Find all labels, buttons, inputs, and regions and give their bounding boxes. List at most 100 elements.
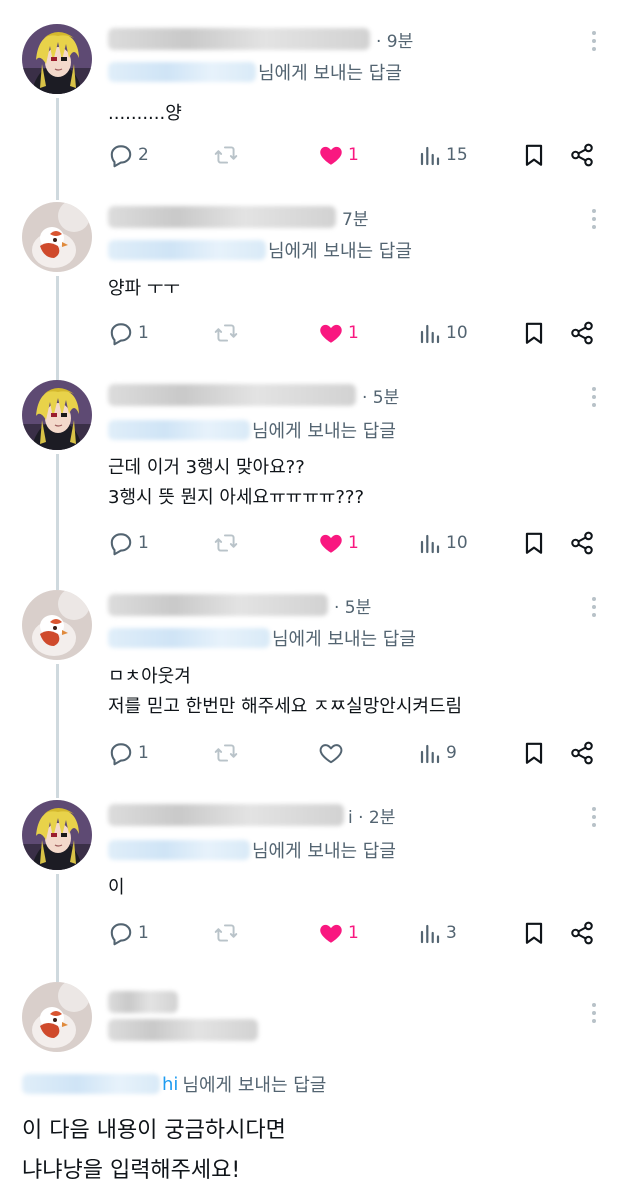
blurred-mention[interactable]	[108, 840, 250, 860]
views-icon	[418, 320, 442, 346]
retweet-button[interactable]	[213, 917, 239, 949]
reply-button[interactable]: 1	[108, 917, 149, 949]
reply-to-handle-tail[interactable]: hi	[162, 1074, 178, 1095]
retweet-button[interactable]	[213, 527, 239, 559]
like-count: 1	[348, 533, 359, 553]
tweet-text-line: 3행시 뜻 뭔지 아세요ㅠㅠㅠㅠ???	[108, 487, 364, 508]
tweet-time[interactable]: · 5분	[334, 593, 371, 618]
reply-button[interactable]: 1	[108, 527, 149, 559]
blurred-username[interactable]	[108, 28, 370, 50]
views-button[interactable]: 10	[418, 317, 468, 349]
reply-icon	[108, 920, 134, 946]
retweet-button[interactable]	[213, 317, 239, 349]
tweet-text: ..........양	[108, 99, 182, 129]
share-button[interactable]	[569, 527, 595, 559]
views-button[interactable]: 3	[418, 917, 457, 949]
tweet-text-line: 양파 ㅜㅜ	[108, 278, 180, 299]
blurred-username[interactable]	[108, 206, 336, 228]
like-button[interactable]: 1	[318, 527, 359, 559]
more-options-icon[interactable]	[584, 205, 604, 233]
heart-icon	[318, 320, 344, 346]
views-icon	[418, 530, 442, 556]
views-button[interactable]: 9	[418, 737, 457, 769]
bookmark-icon	[521, 740, 547, 766]
blurred-username[interactable]	[108, 384, 356, 406]
tweet-actions: 2 1 15	[108, 139, 608, 171]
reply-button[interactable]: 2	[108, 139, 149, 171]
bookmark-icon	[521, 320, 547, 346]
thread-line	[56, 276, 59, 380]
like-button[interactable]: 1	[318, 317, 359, 349]
bookmark-button[interactable]	[521, 317, 547, 349]
tweet-text: 이	[108, 873, 125, 903]
reply-count: 1	[138, 743, 149, 763]
more-options-icon[interactable]	[584, 27, 604, 55]
more-options-icon[interactable]	[584, 803, 604, 831]
heart-icon	[318, 920, 344, 946]
avatar[interactable]	[22, 590, 92, 660]
reply-button[interactable]: 1	[108, 737, 149, 769]
reply-to-line: 님에게 보내는 답글	[108, 58, 402, 86]
tweet-actions: 1 1 10	[108, 317, 608, 349]
bookmark-button[interactable]	[521, 737, 547, 769]
tweet-actions: 1 1 3	[108, 917, 608, 949]
more-options-icon[interactable]	[584, 383, 604, 411]
reply-to-label: 님에게 보내는 답글	[258, 63, 402, 84]
tweet-actions: 1 9	[108, 737, 608, 769]
tweet-header: · 5분	[108, 591, 371, 619]
tweet-header: · 9분	[108, 25, 413, 53]
views-icon	[418, 920, 442, 946]
tweet-header: 7분	[108, 203, 368, 231]
like-button[interactable]	[318, 737, 344, 769]
avatar[interactable]	[22, 982, 92, 1052]
tweet-time[interactable]: · 5분	[362, 383, 399, 408]
reply-button[interactable]: 1	[108, 317, 149, 349]
like-count: 1	[348, 923, 359, 943]
tweet-header: · 5분	[108, 381, 399, 409]
tweet-header: i · 2분	[108, 801, 395, 829]
view-count: 10	[446, 323, 468, 343]
tweet-text-line: ㅁㅊ아웃겨	[108, 666, 191, 687]
avatar[interactable]	[22, 24, 92, 94]
blurred-mention[interactable]	[108, 628, 270, 648]
tweet-text: ㅁㅊ아웃겨 저를 믿고 한번만 해주세요 ㅈㅉ실망안시켜드림	[108, 662, 462, 722]
bookmark-button[interactable]	[521, 527, 547, 559]
like-button[interactable]: 1	[318, 139, 359, 171]
views-button[interactable]: 10	[418, 527, 468, 559]
avatar[interactable]	[22, 380, 92, 450]
heart-outline-icon	[318, 740, 344, 766]
share-icon	[569, 320, 595, 346]
tweet-time[interactable]: i · 2분	[348, 803, 395, 828]
view-count: 15	[446, 145, 468, 165]
reply-to-line: 님에게 보내는 답글	[108, 624, 416, 652]
avatar[interactable]	[22, 800, 92, 870]
blurred-username[interactable]	[108, 991, 178, 1013]
tweet-time[interactable]: 7분	[342, 205, 368, 230]
views-button[interactable]: 15	[418, 139, 468, 171]
blurred-mention[interactable]	[108, 240, 266, 260]
blurred-username[interactable]	[108, 594, 328, 616]
reply-to-line: 님에게 보내는 답글	[108, 416, 396, 444]
share-button[interactable]	[569, 139, 595, 171]
avatar[interactable]	[22, 202, 92, 272]
tweet-time[interactable]: · 9분	[376, 27, 413, 52]
like-button[interactable]: 1	[318, 917, 359, 949]
bookmark-button[interactable]	[521, 139, 547, 171]
bookmark-button[interactable]	[521, 917, 547, 949]
view-count: 9	[446, 743, 457, 763]
tweet-text-line: 저를 믿고 한번만 해주세요 ㅈㅉ실망안시켜드림	[108, 696, 463, 717]
heart-icon	[318, 142, 344, 168]
blurred-mention[interactable]	[22, 1074, 160, 1094]
retweet-button[interactable]	[213, 737, 239, 769]
retweet-button[interactable]	[213, 139, 239, 171]
blurred-mention[interactable]	[108, 420, 250, 440]
reply-to-line: 님에게 보내는 답글	[108, 236, 412, 264]
share-button[interactable]	[569, 317, 595, 349]
more-options-icon[interactable]	[584, 593, 604, 621]
share-button[interactable]	[569, 917, 595, 949]
share-button[interactable]	[569, 737, 595, 769]
blurred-mention[interactable]	[108, 62, 256, 82]
blurred-username[interactable]	[108, 804, 344, 826]
more-options-icon[interactable]	[584, 999, 604, 1027]
blurred-handle[interactable]	[108, 1019, 258, 1041]
